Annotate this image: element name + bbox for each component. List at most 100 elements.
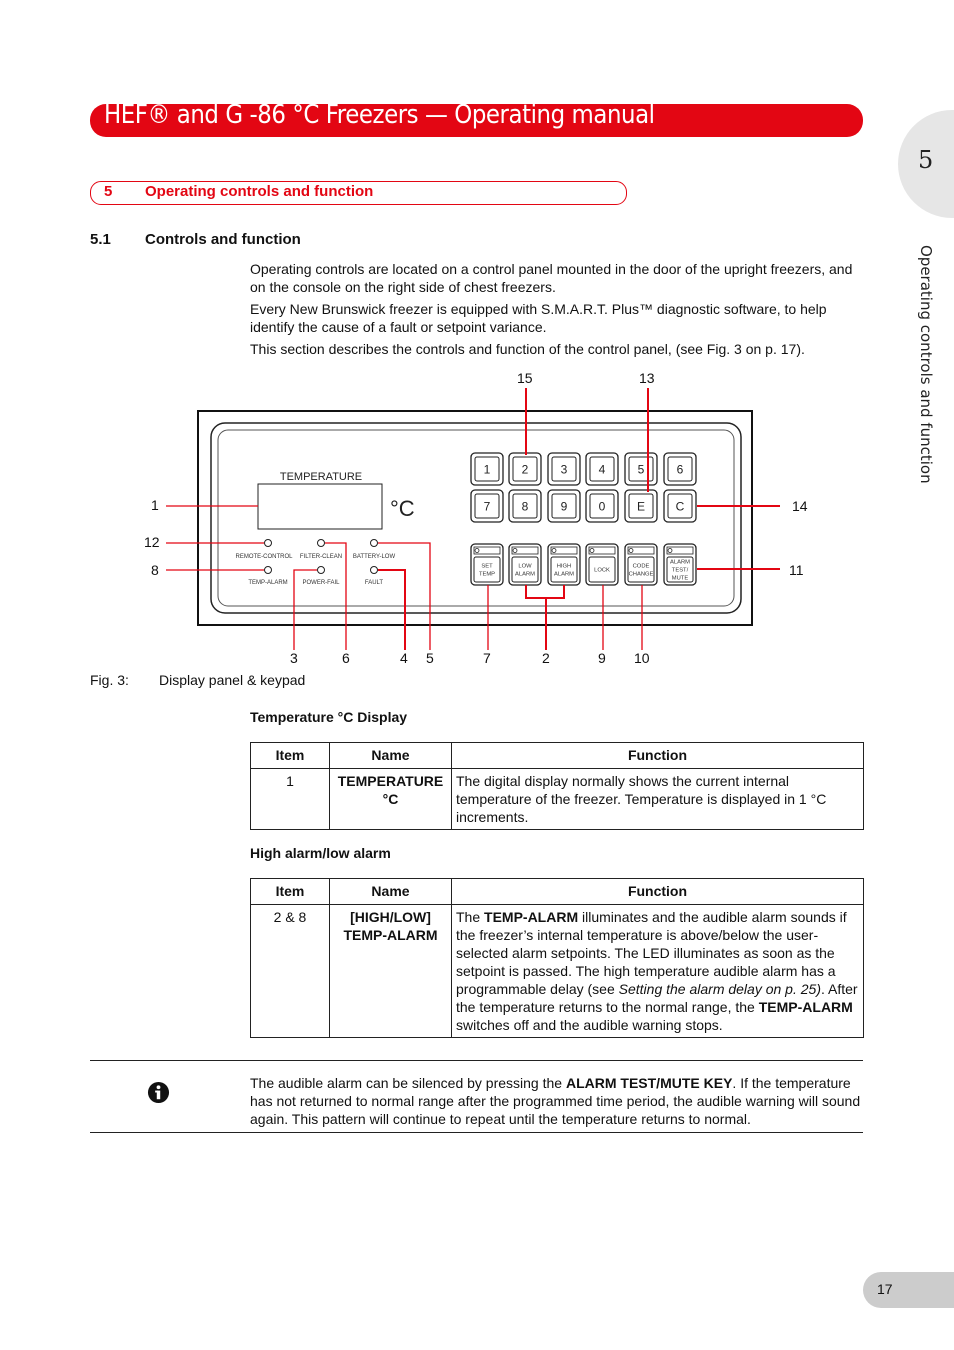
display-label: TEMPERATURE: [280, 471, 362, 483]
keypad: 1 2 3 4 5 6 7 8 9 0 E C SET TEMP LOW ALARM HIGH ALARM LOCK…: [470, 452, 697, 586]
key-label: 1: [484, 463, 491, 477]
keypad-key-2[interactable]: 2: [508, 452, 542, 486]
function-key-code-change[interactable]: CODE CHANGE: [624, 543, 658, 586]
celsius-symbol: °C: [390, 496, 415, 521]
keypad-key-3[interactable]: 3: [547, 452, 581, 486]
key-label: 4: [599, 463, 606, 477]
key-label: ALARM: [515, 572, 535, 578]
callout-3: 3: [290, 650, 298, 666]
key-label: 9: [561, 500, 568, 514]
key-face: [511, 556, 539, 583]
key-label: HIGH: [557, 564, 572, 570]
key-face: [627, 556, 655, 583]
key-label: 0: [599, 500, 606, 514]
table-header-row: Item Name Function: [250, 878, 864, 905]
key-label: LOW: [518, 564, 532, 570]
key-led: [589, 548, 595, 553]
led-label: POWER-FAIL: [302, 580, 340, 586]
key-led: [474, 548, 480, 553]
table-header-row: Item Name Function: [250, 742, 864, 769]
keypad-key-9[interactable]: 9: [547, 489, 581, 523]
name-line: TEMPERATURE: [337, 773, 444, 789]
led-temp-alarm: [264, 566, 272, 574]
key-label: SET: [481, 564, 493, 570]
temperature-display-table: Item Name Function 1 TEMPERATURE °C The …: [250, 742, 864, 830]
led-label: BATTERY-LOW: [353, 554, 396, 560]
key-label: 8: [522, 500, 529, 514]
callout-4: 4: [400, 650, 408, 666]
key-label: 7: [484, 500, 491, 514]
function-key-set-temp[interactable]: SET TEMP: [470, 543, 504, 586]
page-number: 17: [877, 1281, 893, 1297]
callout-5: 5: [426, 650, 434, 666]
key-face: [550, 556, 578, 583]
callout-15: 15: [517, 370, 533, 386]
callout-12: 12: [144, 534, 160, 550]
callout-8: 8: [151, 562, 159, 578]
table-title: High alarm/low alarm: [250, 845, 391, 861]
led-label: FAULT: [365, 580, 384, 586]
led-fault: [370, 566, 378, 574]
name-cell: TEMPERATURE °C: [329, 768, 452, 830]
text: switches off and the audible warning sto…: [456, 1017, 723, 1033]
name-line: TEMP-ALARM: [343, 927, 438, 943]
note-divider: [90, 1060, 863, 1061]
key-label: C: [676, 500, 685, 514]
keypad-key-6[interactable]: 6: [663, 452, 697, 486]
key-label: 6: [677, 463, 684, 477]
key-label: ALARM: [554, 572, 574, 578]
keypad-key-0[interactable]: 0: [585, 489, 619, 523]
function-key-high-alarm[interactable]: HIGH ALARM: [547, 543, 581, 586]
led-remote-control: [264, 539, 272, 547]
led-indicators: REMOTE-CONTROL FILTER-CLEAN BATTERY-LOW …: [236, 539, 396, 586]
keypad-key-4[interactable]: 4: [585, 452, 619, 486]
function-key-lock[interactable]: LOCK: [585, 543, 619, 586]
function-key-alarm-test[interactable]: ALARM TEST/MUTE: [663, 543, 697, 586]
table-title: Temperature °C Display: [250, 709, 408, 725]
control-panel-figure: TEMPERATURE °C REMOTE-CONTROL FILTER-CLE…: [144, 370, 808, 666]
callout-9: 9: [598, 650, 606, 666]
column-header: Item: [250, 878, 330, 905]
led-battery-low: [370, 539, 378, 547]
callout-10: 10: [634, 650, 650, 666]
key-led: [628, 548, 634, 553]
name-cell: [HIGH/LOW] TEMP-ALARM: [329, 904, 452, 1038]
keypad-key-e[interactable]: E: [624, 489, 658, 523]
led-label: FILTER-CLEAN: [300, 554, 342, 560]
key-label: CODE: [633, 564, 650, 570]
callout-2: 2: [542, 650, 550, 666]
keypad-key-1[interactable]: 1: [470, 452, 504, 486]
keypad-key-8[interactable]: 8: [508, 489, 542, 523]
key-label: 2: [522, 463, 529, 477]
led-label: TEMP-ALARM: [248, 580, 287, 586]
emphasis: ALARM TEST/MUTE KEY: [565, 1075, 733, 1091]
keypad-key-5[interactable]: 5: [624, 452, 658, 486]
key-led: [667, 548, 673, 553]
key-label: MUTE: [672, 576, 689, 582]
led-power-fail: [317, 566, 325, 574]
keypad-key-7[interactable]: 7: [470, 489, 504, 523]
function-cell: The digital display normally shows the c…: [451, 768, 864, 830]
callout-14: 14: [792, 498, 808, 514]
column-header: Name: [329, 742, 452, 769]
column-header: Name: [329, 878, 452, 905]
table-row: 1 TEMPERATURE °C The digital display nor…: [250, 768, 864, 830]
callout-6: 6: [342, 650, 350, 666]
name-line: [HIGH/LOW]: [350, 909, 431, 925]
item-cell: 2 & 8: [250, 904, 330, 1038]
callout-7: 7: [483, 650, 491, 666]
key-led: [551, 548, 557, 553]
text: The: [456, 909, 485, 925]
column-header: Function: [451, 742, 864, 769]
key-label: 3: [561, 463, 568, 477]
key-label: TEST/: [672, 568, 689, 574]
callout-line-2: [525, 585, 565, 599]
key-label: TEMP: [479, 572, 495, 578]
column-header: Item: [250, 742, 330, 769]
temperature-display: [257, 483, 383, 530]
keypad-key-c[interactable]: C: [663, 489, 697, 523]
function-key-low-alarm[interactable]: LOW ALARM: [508, 543, 542, 586]
key-label: 5: [638, 463, 645, 477]
cross-reference: Setting the alarm delay on p. 25): [618, 981, 821, 997]
alarm-table: Item Name Function 2 & 8 [HIGH/LOW] TEMP…: [250, 878, 864, 1038]
